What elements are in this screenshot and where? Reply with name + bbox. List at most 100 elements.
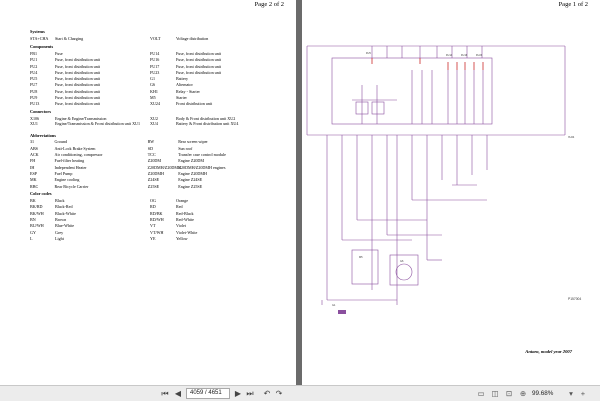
page-number-input[interactable]: 4059 / 4651 [186,388,230,399]
document-viewer: Page 2 of 2 Systems STA+CHA Start & Chargi… [0,0,600,401]
code-cell: Z20DMH [147,170,164,176]
forward-icon[interactable]: ↷ [274,389,284,399]
zoom-dropdown-icon[interactable]: ▾ [566,389,576,399]
legend-row: STA+CHA Start & Charging VOLT Voltage distr… [30,36,292,42]
code-cell: FH [30,158,36,164]
description-cell: Red-Black [176,210,194,216]
svg-text:FU23: FU23 [476,54,483,57]
description-cell: Fuse, front distribution unit [176,57,222,63]
legend-row: L Light YE Yellow [30,236,292,242]
code-cell: Z20DM [147,158,161,164]
section-heading-systems: Systems [30,29,45,35]
viewer-toolbar: ⏮ ◀ 4059 / 4651 ▶ ⏭ ↶ ↷ ▭ ◫ ⊡ ⊕ 99.68% ▾… [0,385,600,401]
code-cell: 31 [30,139,35,145]
description-cell: Red-White [176,217,194,223]
zoom-icon[interactable]: ⊕ [518,389,528,399]
description-cell: Front distribution unit [176,101,213,107]
code-cell: ABS [30,145,38,151]
code-cell: FU23 [150,69,160,75]
description-cell: Anti-Lock Brake System [54,145,96,151]
wiring-diagram: FU5 FU14 FU16 FU23 XU24 M5 G6 G1 P157004 [306,45,581,314]
description-cell: Battery & Front distribution unit XU4 [176,121,239,127]
description-cell: Relay - Starter [176,88,200,94]
code-cell: Z24SE [147,177,160,183]
code-cell: VOLT [150,36,161,42]
code-cell: ESP [30,170,38,176]
two-page-icon[interactable]: ◫ [490,389,500,399]
description-cell: Black [55,198,65,204]
description-cell: Rear screen wiper [178,139,208,145]
code-cell: XU4 [150,121,158,127]
description-cell: Light [55,235,64,241]
next-page-icon[interactable]: ▶ [233,389,243,399]
description-cell: Voltage distribution [176,36,209,42]
code-cell: RD/WH [150,217,164,223]
description-cell: Grey [55,229,64,235]
description-cell: Alternator [176,82,193,88]
description-cell: Ground [54,139,68,145]
description-cell: Brown [55,217,67,223]
single-page-icon[interactable]: ▭ [476,389,486,399]
code-cell: ACK [30,152,39,158]
description-cell: Rear Bicycle Carrier [54,183,89,189]
code-cell: L [30,235,33,241]
description-cell: Fuel Pump [54,170,73,176]
description-cell: Blue-White [55,223,75,229]
code-cell: MK [30,177,37,183]
legend-row: FU13 Fuse, front distribution unit XU24 Fro… [30,101,292,107]
code-cell: FU8 [30,88,38,94]
code-cell: G6 [150,82,156,88]
description-cell: Engine/Transmission & Front distribution… [55,121,141,127]
description-cell: Air conditioning, compressor [54,152,103,158]
description-cell: Fuse, front distribution unit [55,69,101,75]
legend-row: XU1 Engine/Transmission & Front distribut… [30,122,292,131]
description-cell: Black-White [55,210,76,216]
description-cell: Engine cooling [54,177,80,183]
code-cell: BK/RD [30,204,43,210]
description-cell: Engine Z20DMH [178,170,207,176]
code-cell: RD/BK [150,210,163,216]
legend-row: RBC Rear Bicycle Carrier Z25SE Engine Z25SE [30,183,292,189]
svg-text:FU14: FU14 [446,54,453,57]
description-cell: Fuel-filter heating [54,158,85,164]
last-page-icon[interactable]: ⏭ [245,389,255,399]
description-cell: Fuse, front distribution unit [55,95,101,101]
code-cell: FB1 [30,50,38,56]
code-cell: GY [30,229,36,235]
code-cell: RD [150,204,156,210]
code-cell: KH1 [150,88,158,94]
svg-text:FU16: FU16 [461,54,468,57]
svg-text:G6: G6 [400,260,404,263]
description-cell: Orange [176,198,189,204]
zoom-level[interactable]: 99.68% [532,390,553,397]
code-cell: Z25SE [147,183,160,189]
description-cell: Fuse, front distribution unit [176,63,222,69]
description-cell: Fuse, front distribution unit [55,88,101,94]
code-cell: FU17 [150,63,160,69]
left-page-number: Page 2 of 2 [254,1,284,8]
description-cell: Fuse, front distribution unit [55,76,101,82]
zoom-in-icon[interactable]: + [578,389,588,399]
section-heading-connectors: Connectors [30,108,52,114]
code-cell: BK/WH [30,210,44,216]
description-cell: Engine Z24SE [178,177,203,183]
first-page-icon[interactable]: ⏮ [160,389,170,399]
description-cell: Fuse, front distribution unit [55,101,101,107]
description-cell: Yellow [176,235,188,241]
description-cell: Fuse [55,50,63,56]
description-cell: Z20DMH/Z20DMH engines [178,164,226,170]
right-page: Page 1 of 2 FU5 FU14 FU16 FU23 XU24 M5 G… [302,0,600,385]
document-title: Antara, model year 2007 [525,349,572,354]
description-cell: Fuse, front distribution unit [55,57,101,63]
back-icon[interactable]: ↶ [262,389,272,399]
section-heading-components: Components [30,43,54,49]
code-cell: XU24 [150,101,161,107]
fit-page-icon[interactable]: ⊡ [504,389,514,399]
code-cell: STA+CHA [30,36,49,42]
current-page: 4059 [190,390,204,396]
code-cell: XU1 [30,121,38,127]
previous-page-icon[interactable]: ◀ [173,389,183,399]
code-cell: BN [30,217,36,223]
description-cell: Violet [176,223,186,229]
description-cell: Starter [176,95,187,101]
